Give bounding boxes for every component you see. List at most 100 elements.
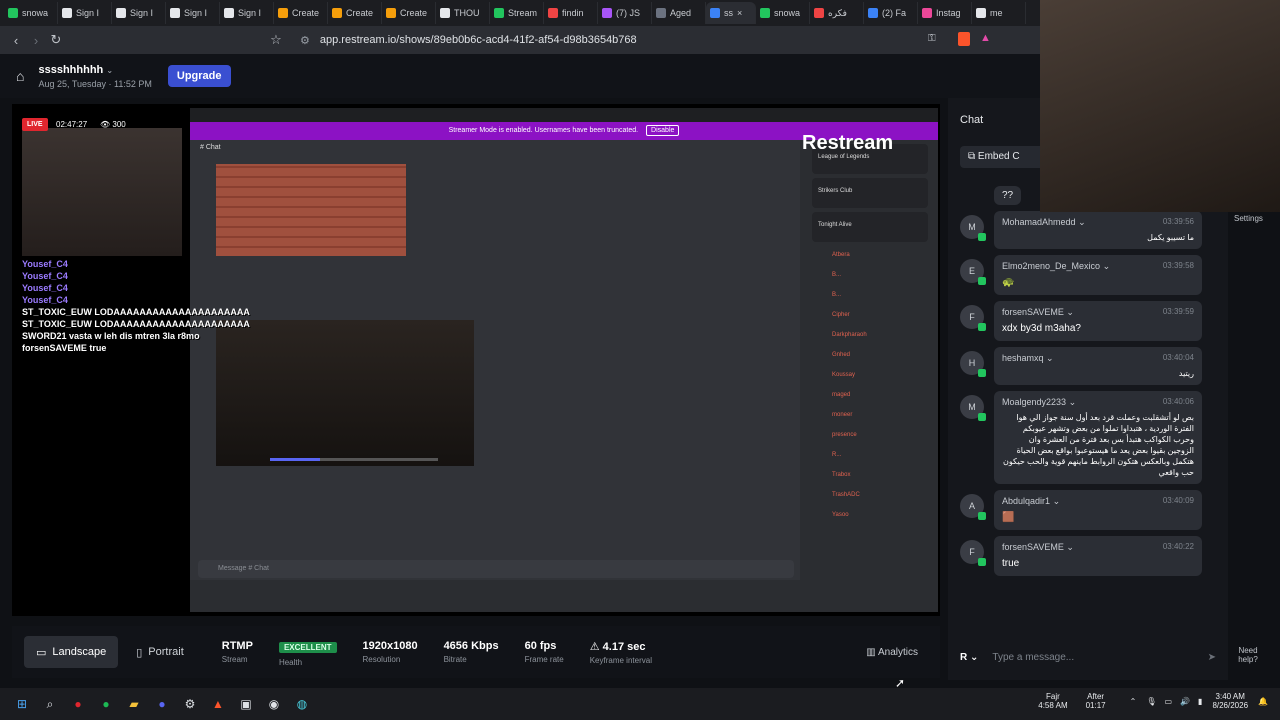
chat-message: E Elmo2meno_De_Mexico ⌄ 03:39:58 🐢 (960, 255, 1216, 295)
steam-icon[interactable]: ◉ (260, 690, 288, 718)
chevron-down-icon[interactable]: ⌄ (1078, 217, 1086, 227)
tab-label: فكره (828, 7, 847, 18)
member-item[interactable]: presence (808, 426, 932, 446)
browser-tab[interactable]: ss × (706, 2, 756, 24)
member-item[interactable]: Darkpharaoh (808, 326, 932, 346)
activity-card[interactable]: Tonight Alive (812, 212, 928, 242)
avatar: M (960, 395, 986, 421)
browser-tab[interactable]: Create (328, 2, 382, 24)
member-item[interactable]: moneer (808, 406, 932, 426)
browser-tab[interactable]: Create (382, 2, 436, 24)
chat-input[interactable]: Type a message... (992, 652, 1207, 663)
avatar: F (960, 305, 986, 331)
overlay-chat-line: Yousef_C4 (22, 259, 68, 269)
chevron-down-icon[interactable]: ⌄ (1103, 261, 1111, 271)
browser-tab[interactable]: (7) JS (598, 2, 652, 24)
browser-tab[interactable]: snowa (756, 2, 810, 24)
brave-rewards-icon[interactable]: ▲ (980, 32, 991, 44)
chevron-down-icon[interactable]: ⌄ (1069, 397, 1077, 407)
network-icon[interactable]: ▭ (1165, 697, 1173, 706)
network-app-icon[interactable]: ◍ (288, 690, 316, 718)
browser-tab[interactable]: snowa (4, 2, 58, 24)
browser-tab[interactable]: findin (544, 2, 598, 24)
microphone-icon[interactable]: 🎙 (1146, 697, 1156, 706)
back-icon[interactable]: ‹ (6, 33, 26, 48)
browser-tab[interactable]: Instag (918, 2, 972, 24)
url-field[interactable]: ⚙ app.restream.io/shows/89eb0b6c-acd4-41… (300, 34, 637, 47)
video-progress-bar[interactable] (270, 458, 438, 461)
landscape-toggle[interactable]: ▭ Landscape (24, 636, 119, 668)
record-app-icon[interactable]: ● (64, 690, 92, 718)
browser-tab[interactable]: Stream (490, 2, 544, 24)
discord-icon[interactable]: ● (148, 690, 176, 718)
chat-username: Moalgendy2233 ⌄ (1002, 397, 1077, 407)
member-item[interactable]: TrashADC (808, 486, 932, 506)
browser-tab[interactable]: Sign I (166, 2, 220, 24)
member-item[interactable]: Koussay (808, 366, 932, 386)
spotify-icon[interactable]: ● (92, 690, 120, 718)
chat-messages[interactable]: ?? M MohamadAhmedd ⌄ 03:39:56 ما تسيبو يكمل… (960, 186, 1216, 626)
browser-tab[interactable]: Create (274, 2, 328, 24)
reload-icon[interactable]: ↻ (46, 32, 66, 48)
avatar: M (960, 215, 986, 241)
browser-tab[interactable]: فكره (810, 2, 864, 24)
brave-shield-icon[interactable] (958, 32, 970, 46)
chat-bubble: heshamxq ⌄ 03:40:04 ريتيد (994, 347, 1202, 385)
activity-card[interactable]: Strikers Club (812, 178, 928, 208)
tab-label: Instag (936, 8, 961, 18)
chat-timestamp: 03:40:06 (1162, 397, 1194, 406)
site-info-icon[interactable]: ⚙ (300, 34, 310, 47)
member-item[interactable]: Trabox (808, 466, 932, 486)
home-icon[interactable]: ⌂ (16, 68, 24, 84)
member-item[interactable]: R... (808, 446, 932, 466)
member-item[interactable]: Atbera (808, 246, 932, 266)
member-item[interactable]: Yasoo (808, 506, 932, 526)
member-item[interactable]: Gnhed (808, 346, 932, 366)
browser-tab[interactable]: (2) Fa (864, 2, 918, 24)
member-item[interactable]: B... (808, 286, 932, 306)
prayer-time-widget[interactable]: Fajr 4:58 AM (1038, 692, 1067, 710)
app-icon[interactable]: ▣ (232, 690, 260, 718)
browser-tab[interactable]: THOU (436, 2, 490, 24)
browser-tab[interactable]: me (972, 2, 1026, 24)
tab-close-icon[interactable]: × (737, 8, 742, 18)
member-item[interactable]: Cipher (808, 306, 932, 326)
analytics-button[interactable]: ▥ Analytics (866, 647, 918, 658)
portrait-toggle[interactable]: ▯ Portrait (124, 636, 196, 668)
stat-bitrate: 4656 Kbps Bitrate (443, 640, 499, 664)
chevron-up-icon[interactable]: ⌃ (1130, 697, 1137, 706)
member-item[interactable]: B... (808, 266, 932, 286)
browser-tab[interactable]: Sign I (112, 2, 166, 24)
disable-streamer-mode-button[interactable]: Disable (646, 125, 680, 136)
bookmark-icon[interactable]: ☆ (266, 32, 286, 48)
member-item[interactable]: maged (808, 386, 932, 406)
browser-tab[interactable]: Aged (652, 2, 706, 24)
show-info[interactable]: sssshhhhhh ⌄ Aug 25, Tuesday · 11:52 PM (38, 64, 151, 89)
steam-overlay-icon[interactable]: ⚙ (176, 690, 204, 718)
search-icon[interactable]: ⌕ (36, 690, 64, 718)
chevron-down-icon[interactable]: ⌄ (1066, 542, 1074, 552)
chevron-down-icon[interactable]: ⌄ (1053, 496, 1061, 506)
browser-tab[interactable]: Sign I (220, 2, 274, 24)
tab-favicon-icon (656, 8, 666, 18)
brave-browser-icon[interactable]: ▲ (204, 690, 232, 718)
volume-icon[interactable]: 🔊 (1180, 697, 1190, 706)
chevron-down-icon[interactable]: ⌄ (1046, 353, 1054, 363)
platform-selector[interactable]: R ⌄ (960, 652, 978, 663)
file-explorer-icon[interactable]: ▰ (120, 690, 148, 718)
browser-tab[interactable]: Sign I (58, 2, 112, 24)
forward-icon[interactable]: › (26, 33, 46, 48)
stat-health: EXCELLENT Health (278, 637, 337, 667)
windows-start-icon[interactable]: ⊞ (8, 690, 36, 718)
discord-message-input[interactable]: Message # Chat (198, 560, 794, 578)
battery-icon[interactable]: ▮ (1198, 697, 1202, 706)
send-icon[interactable]: ➤ (1208, 652, 1216, 663)
tab-label: (7) JS (616, 8, 641, 18)
upgrade-button[interactable]: Upgrade (167, 65, 231, 87)
chevron-down-icon[interactable]: ⌄ (1066, 307, 1074, 317)
need-help-button[interactable]: Need help? (1232, 646, 1264, 664)
clock[interactable]: 3:40 AM 8/26/2026 (1212, 692, 1248, 710)
notification-icon[interactable]: 🔔 (1258, 697, 1268, 706)
settings-link[interactable]: Settings (1234, 214, 1263, 223)
password-key-icon[interactable]: ⚿ (928, 33, 936, 44)
